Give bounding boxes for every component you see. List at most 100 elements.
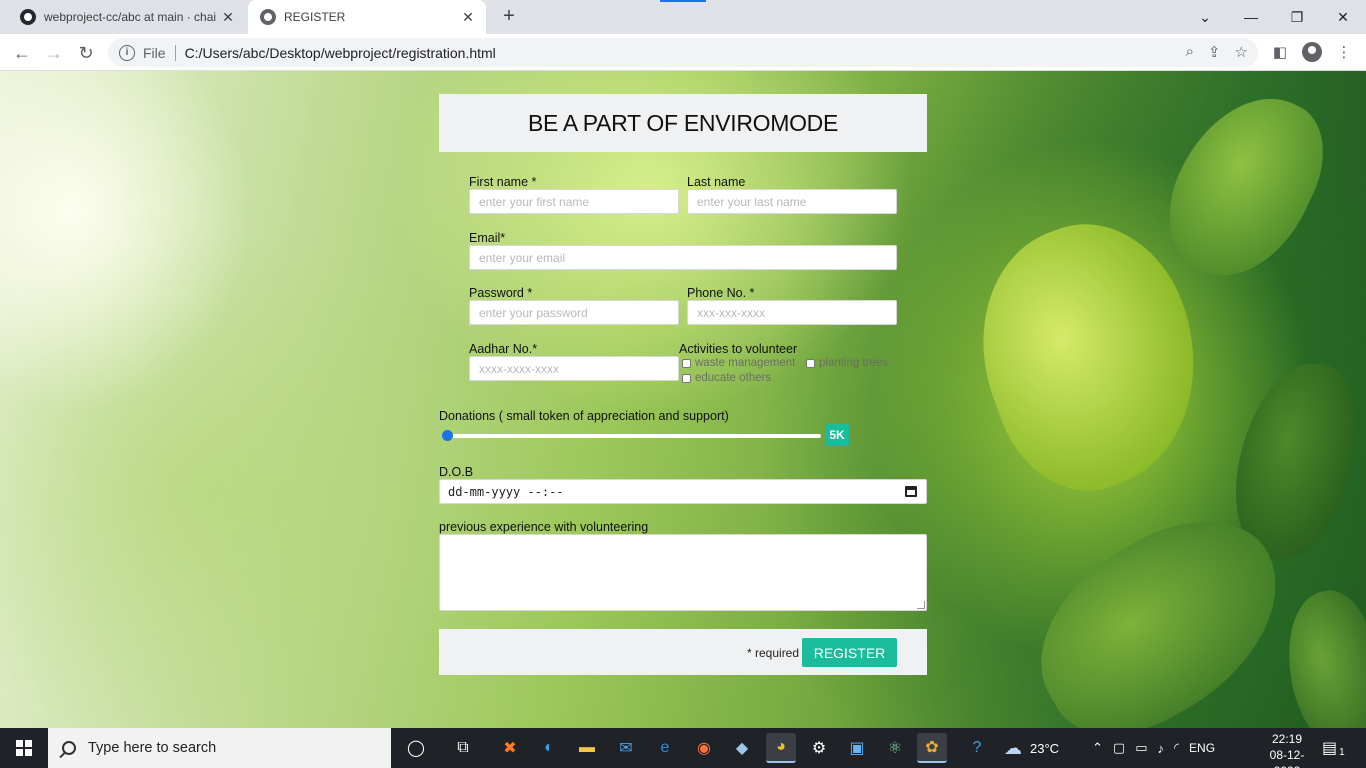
donation-value-badge: 5K bbox=[825, 424, 849, 446]
chevron-down-icon[interactable]: ⌄ bbox=[1182, 0, 1228, 34]
password-field[interactable] bbox=[469, 300, 679, 325]
language-indicator[interactable]: ENG bbox=[1189, 741, 1215, 755]
minimize-icon[interactable]: — bbox=[1228, 0, 1274, 34]
help-icon[interactable]: ? bbox=[962, 733, 992, 763]
close-icon[interactable]: ✕ bbox=[220, 9, 236, 26]
checkbox[interactable] bbox=[682, 373, 691, 383]
activities-label: Activities to volunteer bbox=[679, 342, 798, 356]
back-arrow-icon[interactable]: ← bbox=[9, 40, 35, 66]
page-title: BE A PART OF ENVIROMODE bbox=[527, 109, 839, 136]
globe-icon bbox=[260, 9, 276, 25]
divider bbox=[174, 44, 176, 61]
first-name-label: First name * bbox=[469, 175, 537, 189]
internet-explorer-icon[interactable]: e bbox=[650, 733, 680, 763]
share-icon[interactable]: ⇪ bbox=[1208, 43, 1221, 61]
battery-icon[interactable]: ▭ bbox=[1135, 740, 1147, 756]
url-text[interactable]: C:/Users/abc/Desktop/webproject/registra… bbox=[185, 45, 496, 61]
star-icon[interactable]: ☆ bbox=[1235, 43, 1248, 61]
clock-time: 22:19 bbox=[1271, 732, 1303, 746]
chrome-icon[interactable]: ◕ bbox=[766, 733, 796, 763]
dob-input[interactable]: dd-mm-yyyy --:-- bbox=[439, 479, 927, 504]
donation-label: Donations ( small token of appreciation … bbox=[439, 409, 729, 423]
required-note: * required bbox=[747, 646, 800, 660]
system-tray: ⌃ ▢ ▭ ♪ ◜ ENG bbox=[1092, 728, 1215, 768]
new-tab-button[interactable]: + bbox=[498, 6, 520, 28]
xampp-icon[interactable]: ✖ bbox=[495, 733, 525, 763]
close-icon[interactable]: ✕ bbox=[460, 9, 476, 26]
notes-app-icon[interactable]: ◆ bbox=[727, 733, 757, 763]
checkbox[interactable] bbox=[682, 358, 691, 368]
aadhar-label: Aadhar No.* bbox=[469, 342, 538, 356]
info-icon[interactable]: i bbox=[119, 44, 135, 61]
clock[interactable]: 22:19 08-12-2022 bbox=[1262, 731, 1312, 768]
donation-slider-thumb[interactable] bbox=[442, 430, 453, 441]
atom-icon[interactable]: ⚛ bbox=[880, 733, 910, 763]
form-footer: * required REGISTER bbox=[439, 629, 927, 675]
windows-icon bbox=[16, 740, 32, 756]
checkbox-educate-others[interactable]: educate others bbox=[682, 372, 771, 384]
tab-register[interactable]: REGISTER ✕ bbox=[248, 0, 486, 34]
chevron-up-icon[interactable]: ⌃ bbox=[1092, 740, 1103, 756]
search-icon bbox=[62, 741, 76, 755]
mail-icon[interactable]: ✉ bbox=[611, 733, 641, 763]
restore-icon[interactable]: ❐ bbox=[1274, 0, 1320, 34]
register-button[interactable]: REGISTER bbox=[802, 638, 897, 667]
network-icon[interactable]: ◜ bbox=[1174, 740, 1179, 756]
email-label: Email* bbox=[469, 231, 506, 245]
tab-strip-indicator bbox=[660, 0, 706, 2]
task-view-icon[interactable]: ⧉ bbox=[448, 733, 478, 763]
last-name-input[interactable] bbox=[687, 189, 897, 214]
resize-handle-icon[interactable] bbox=[917, 601, 925, 609]
forward-arrow-icon[interactable]: → bbox=[41, 40, 67, 66]
checkbox-planting-trees[interactable]: planting trees bbox=[806, 357, 888, 369]
settings-gear-icon[interactable]: ⚙ bbox=[804, 733, 834, 763]
browser-toolbar: ← → ↻ i File C:/Users/abc/Desktop/webpro… bbox=[0, 34, 1366, 71]
windows-taskbar: Type here to search ◯ ⧉ ✖ ◐ ▬ ✉ e ◉ ◆ ◕ … bbox=[0, 728, 1366, 768]
cloud-icon: ☁ bbox=[1004, 737, 1022, 758]
notification-count: 1 bbox=[1339, 746, 1345, 758]
zoom-icon[interactable]: ⌕ bbox=[1186, 43, 1194, 61]
weather-widget[interactable]: ☁ 23°C bbox=[1004, 728, 1059, 768]
dob-placeholder: dd-mm-yyyy --:-- bbox=[448, 484, 564, 499]
github-icon bbox=[20, 9, 36, 25]
email-field[interactable] bbox=[469, 245, 897, 270]
experience-label: previous experience with volunteering bbox=[439, 520, 649, 534]
edge-icon[interactable]: ◐ bbox=[534, 733, 564, 763]
tab-github[interactable]: webproject-cc/abc at main · chai ✕ bbox=[8, 0, 246, 34]
volume-icon[interactable]: ♪ bbox=[1158, 741, 1165, 756]
search-placeholder: Type here to search bbox=[88, 740, 217, 756]
window-close-icon[interactable]: ✕ bbox=[1320, 0, 1366, 34]
dob-label: D.O.B bbox=[439, 465, 474, 479]
menu-kebab-icon[interactable]: ⋮ bbox=[1334, 42, 1354, 62]
donation-slider-track[interactable] bbox=[443, 434, 821, 438]
background-leaf bbox=[1145, 72, 1345, 300]
profile-icon[interactable] bbox=[1302, 42, 1322, 62]
password-label: Password * bbox=[469, 286, 533, 300]
aadhar-field[interactable] bbox=[469, 356, 679, 381]
form-header: BE A PART OF ENVIROMODE bbox=[439, 94, 927, 152]
notification-center[interactable]: ▤ 1 bbox=[1322, 728, 1345, 768]
page-viewport: BE A PART OF ENVIROMODE First name * Las… bbox=[0, 71, 1366, 728]
experience-textarea[interactable] bbox=[439, 534, 927, 611]
file-explorer-icon[interactable]: ▬ bbox=[572, 733, 602, 763]
cortana-icon[interactable]: ◯ bbox=[401, 733, 431, 763]
firefox-icon[interactable]: ◉ bbox=[689, 733, 719, 763]
tab-title: webproject-cc/abc at main · chai bbox=[44, 10, 217, 24]
start-button[interactable] bbox=[0, 728, 48, 768]
reload-icon[interactable]: ↻ bbox=[73, 40, 99, 66]
side-panel-icon[interactable]: ◧ bbox=[1270, 42, 1290, 62]
calendar-icon[interactable] bbox=[905, 486, 917, 497]
store-icon[interactable]: ▣ bbox=[842, 733, 872, 763]
first-name-input[interactable] bbox=[469, 189, 679, 214]
address-bar[interactable]: i File C:/Users/abc/Desktop/webproject/r… bbox=[108, 38, 1258, 67]
pinned-app-icon[interactable]: ✿ bbox=[917, 733, 947, 763]
checkbox-label: educate others bbox=[695, 372, 772, 384]
browser-tab-bar: webproject-cc/abc at main · chai ✕ REGIS… bbox=[0, 0, 1366, 34]
checkbox-label: waste management bbox=[695, 357, 796, 369]
omnibox-actions: ⌕ ⇪ ☆ bbox=[1186, 43, 1248, 61]
phone-field[interactable] bbox=[687, 300, 897, 325]
taskbar-search[interactable]: Type here to search bbox=[48, 728, 391, 768]
checkbox-waste-management[interactable]: waste management bbox=[682, 357, 795, 369]
meet-now-icon[interactable]: ▢ bbox=[1113, 740, 1125, 756]
checkbox[interactable] bbox=[806, 358, 815, 368]
